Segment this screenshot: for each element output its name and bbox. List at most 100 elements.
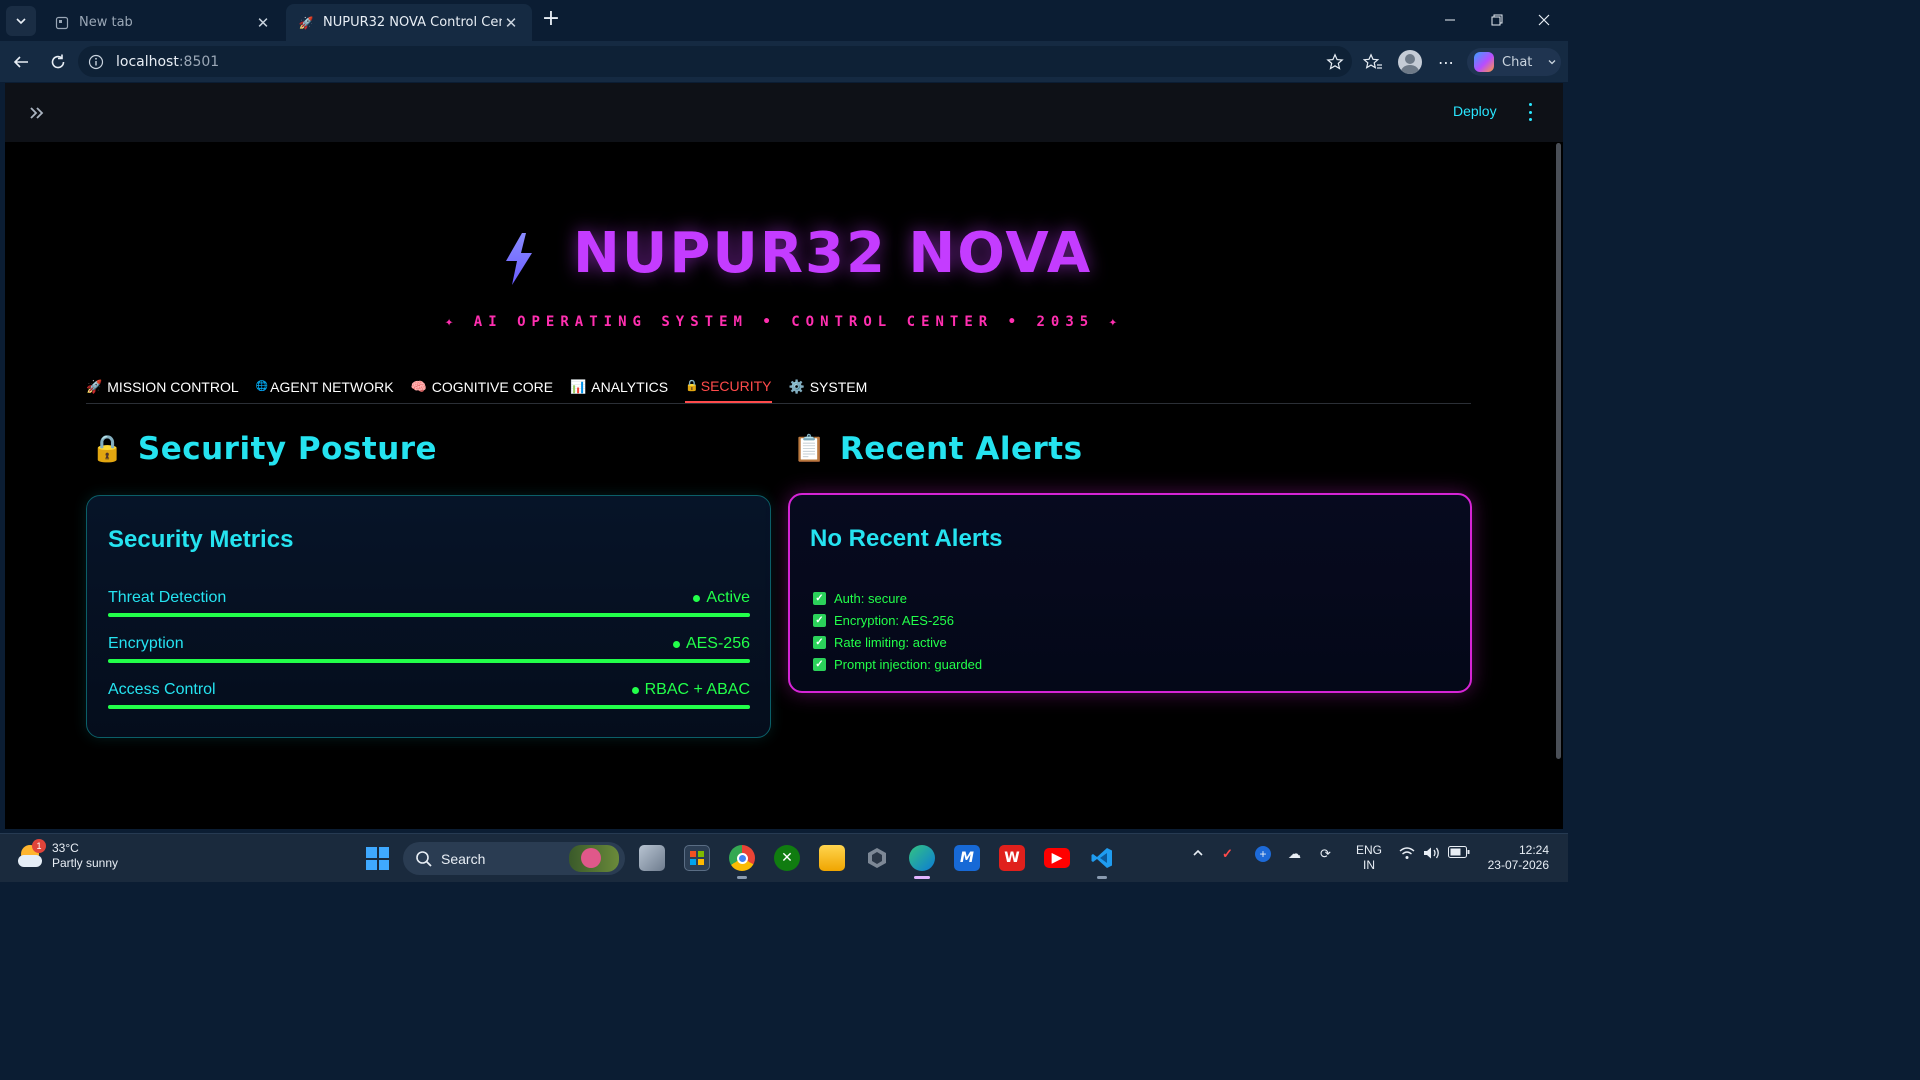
partly-sunny-icon: 1 bbox=[18, 839, 46, 869]
security-metrics-card: Security Metrics Threat Detection Active… bbox=[86, 495, 771, 738]
copilot-logo-icon bbox=[1474, 52, 1494, 72]
volume-icon[interactable] bbox=[1423, 846, 1441, 863]
copilot-chat-button[interactable]: Chat bbox=[1467, 48, 1561, 76]
tab-title: NUPUR32 NOVA Control Center bbox=[323, 15, 502, 30]
microsoft-store-icon[interactable] bbox=[684, 845, 710, 871]
tray-app-icon[interactable]: ✓ bbox=[1222, 846, 1233, 862]
onedrive-icon[interactable]: ☁ bbox=[1288, 846, 1301, 862]
reload-button[interactable] bbox=[45, 49, 71, 75]
weather-temperature: 33°C bbox=[52, 841, 79, 855]
tray-sync-icon[interactable]: + bbox=[1255, 846, 1271, 862]
restore-button[interactable] bbox=[1474, 8, 1520, 32]
battery-icon[interactable] bbox=[1448, 846, 1470, 861]
wps-office-icon[interactable]: W bbox=[999, 845, 1025, 871]
start-button[interactable] bbox=[366, 847, 389, 870]
globe-icon: 🌐 bbox=[255, 381, 269, 392]
double-chevron-right-icon bbox=[30, 107, 44, 119]
update-icon[interactable]: ⟳ bbox=[1320, 846, 1331, 862]
heading-text: Security Posture bbox=[137, 431, 438, 467]
metric-encryption: Encryption AES-256 bbox=[108, 635, 750, 675]
weather-description: Partly sunny bbox=[52, 856, 119, 870]
deploy-button[interactable]: Deploy bbox=[1453, 103, 1497, 119]
list-item-text: Rate limiting: active bbox=[834, 634, 947, 650]
status-dot-icon bbox=[631, 686, 639, 694]
bar-chart-icon: 📊 bbox=[570, 378, 587, 394]
chevron-down-icon bbox=[1548, 60, 1556, 65]
tab-label: SYSTEM bbox=[809, 378, 868, 395]
browser-tab-control-center[interactable]: 🚀 NUPUR32 NOVA Control Center ✕ bbox=[286, 4, 532, 41]
progress-bar-fill bbox=[108, 705, 750, 709]
progress-bar bbox=[108, 613, 750, 617]
tab-system[interactable]: ⚙️ SYSTEM bbox=[789, 370, 868, 403]
weather-widget[interactable]: 1 33°C Partly sunny bbox=[18, 839, 119, 871]
close-tab-icon[interactable]: ✕ bbox=[254, 14, 272, 32]
arrow-left-icon bbox=[13, 56, 28, 68]
wifi-icon[interactable] bbox=[1399, 846, 1415, 863]
search-icon bbox=[416, 850, 432, 867]
card-title: No Recent Alerts bbox=[810, 525, 1003, 552]
recent-alerts-heading: 📋 Recent Alerts bbox=[793, 431, 1083, 467]
main-menu-button[interactable] bbox=[1525, 103, 1535, 121]
close-window-button[interactable] bbox=[1521, 8, 1567, 32]
file-explorer-icon[interactable] bbox=[819, 845, 845, 871]
xbox-icon[interactable]: ✕ bbox=[774, 845, 800, 871]
profile-avatar[interactable] bbox=[1398, 50, 1422, 74]
back-button[interactable] bbox=[8, 49, 34, 75]
progress-bar-fill bbox=[108, 613, 750, 617]
app-hexagon-icon[interactable] bbox=[864, 845, 890, 871]
close-tab-icon[interactable]: ✕ bbox=[502, 14, 520, 32]
new-tab-button[interactable]: + bbox=[538, 7, 564, 33]
metric-label: Access Control bbox=[108, 681, 216, 698]
tab-actions-menu-button[interactable] bbox=[6, 6, 36, 36]
windows-taskbar: 1 33°C Partly sunny Search ✕ M W ▶ ✓ + ☁… bbox=[0, 833, 1568, 882]
youtube-icon[interactable]: ▶ bbox=[1044, 848, 1070, 868]
taskbar-search[interactable]: Search bbox=[403, 842, 625, 875]
tab-label: MISSION CONTROL bbox=[107, 378, 239, 395]
show-hidden-icons-chevron-icon[interactable] bbox=[1191, 846, 1205, 863]
notification-badge: 1 bbox=[32, 839, 46, 853]
favorites-button[interactable] bbox=[1360, 49, 1386, 75]
tab-security[interactable]: 🔒 SECURITY bbox=[685, 370, 772, 403]
system-clock[interactable]: 12:24 23-07-2026 bbox=[1483, 843, 1549, 873]
tab-label: ANALYTICS bbox=[591, 378, 669, 395]
status-badge: RBAC + ABAC bbox=[631, 681, 750, 699]
status-dot-icon bbox=[672, 640, 680, 648]
checkmark-icon: ✓ bbox=[813, 635, 826, 649]
expand-sidebar-button[interactable] bbox=[25, 101, 49, 125]
progress-bar-fill bbox=[108, 659, 750, 663]
language-indicator[interactable]: ENG IN bbox=[1356, 843, 1382, 873]
tab-agent-network[interactable]: 🌐 AGENT NETWORK bbox=[256, 370, 394, 403]
chrome-icon[interactable] bbox=[729, 845, 755, 871]
close-icon bbox=[1538, 14, 1550, 26]
language-code: ENG bbox=[1356, 843, 1383, 857]
brain-icon: 🧠 bbox=[410, 378, 427, 394]
task-view-icon[interactable] bbox=[639, 845, 665, 871]
address-bar[interactable]: localhost:8501 bbox=[78, 46, 1352, 77]
browser-tab-new-tab[interactable]: New tab ✕ bbox=[42, 4, 284, 41]
url-text: localhost:8501 bbox=[116, 54, 219, 70]
status-badge: AES-256 bbox=[672, 635, 750, 653]
list-item-text: Encryption: AES-256 bbox=[834, 612, 954, 628]
site-info-icon[interactable] bbox=[88, 54, 104, 70]
vertical-scrollbar[interactable] bbox=[1556, 143, 1561, 759]
tab-mission-control[interactable]: 🚀 MISSION CONTROL bbox=[86, 370, 239, 403]
more-menu-button[interactable]: ⋯ bbox=[1433, 49, 1459, 75]
list-item: ✓ Encryption: AES-256 bbox=[813, 609, 982, 631]
app-m-icon[interactable]: M bbox=[954, 845, 980, 871]
security-posture-heading: 🔒 Security Posture bbox=[91, 431, 437, 467]
tab-analytics[interactable]: 📊 ANALYTICS bbox=[570, 370, 668, 403]
tab-label: SECURITY bbox=[700, 377, 772, 394]
clipboard-icon: 📋 bbox=[793, 434, 826, 464]
checkmark-icon: ✓ bbox=[813, 657, 826, 671]
app-title: NUPUR32 NOVA bbox=[573, 221, 1093, 286]
browser-toolbar: localhost:8501 ⋯ Chat bbox=[0, 41, 1568, 82]
tab-cognitive-core[interactable]: 🧠 COGNITIVE CORE bbox=[411, 370, 554, 403]
star-icon[interactable] bbox=[1326, 53, 1344, 71]
minimize-button[interactable] bbox=[1427, 8, 1473, 32]
progress-bar bbox=[108, 659, 750, 663]
edge-browser-icon[interactable] bbox=[909, 845, 935, 871]
vscode-icon[interactable] bbox=[1089, 845, 1115, 871]
card-title: Security Metrics bbox=[108, 526, 294, 553]
list-item-text: Prompt injection: guarded bbox=[834, 656, 983, 672]
search-highlight-image bbox=[569, 845, 619, 872]
